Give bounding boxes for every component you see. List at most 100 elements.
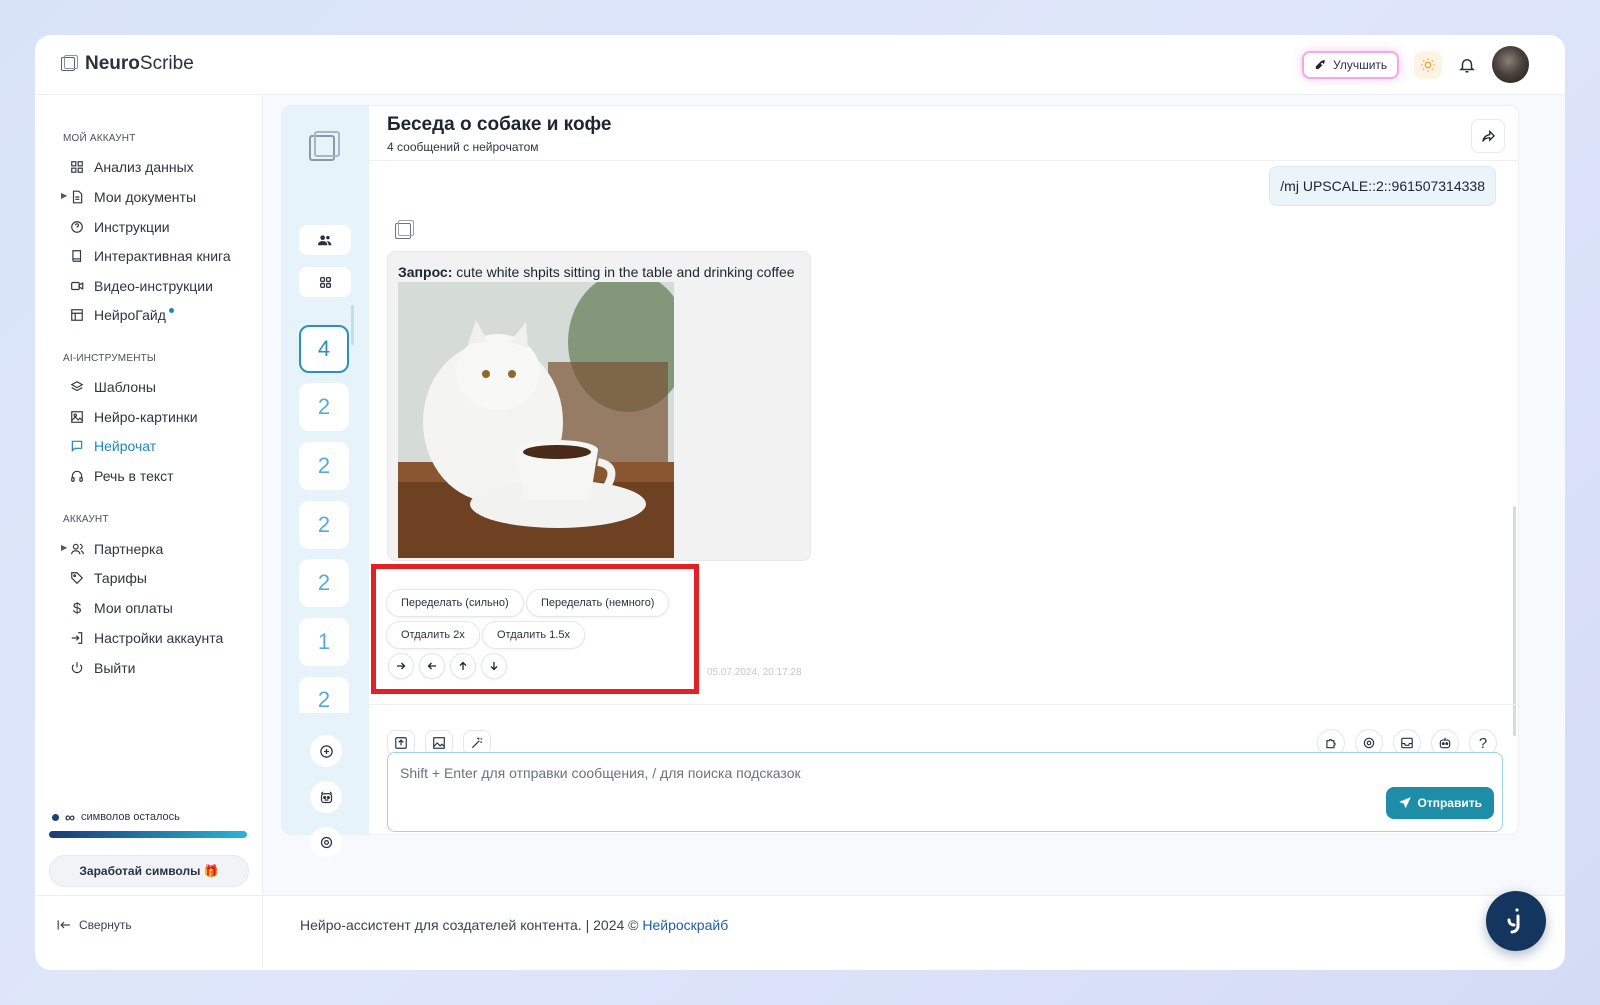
upload-icon [395, 737, 407, 749]
zoom-out-1-5x-button[interactable]: Отдалить 1.5x [482, 621, 585, 649]
table-icon [69, 307, 85, 323]
chat-icon [69, 438, 85, 454]
collapse-label: Свернуть [79, 918, 132, 932]
arrow-right-icon [397, 662, 406, 670]
theme-toggle-button[interactable] [1414, 51, 1442, 79]
vary-subtle-button[interactable]: Переделать (немного) [526, 589, 670, 617]
sidebar-item-partners[interactable]: Партнерка [69, 541, 163, 557]
settings-button[interactable] [310, 827, 342, 857]
thread-item[interactable]: 2 [299, 442, 349, 490]
chat-panel: Беседа о собаке и кофе 4 сообщений с ней… [369, 105, 1519, 835]
section-title-account: МОЙ АККАУНТ [63, 133, 136, 144]
thread-item[interactable]: 2 [299, 559, 349, 607]
chat-scrollbar[interactable] [1513, 506, 1516, 736]
login-icon [69, 630, 85, 646]
grid-icon [69, 159, 85, 175]
sidebar-item-instructions[interactable]: Инструкции [69, 219, 170, 235]
sidebar-item-data-analysis[interactable]: Анализ данных [69, 159, 194, 175]
message-composer: Отправить [387, 752, 1503, 832]
apps-button[interactable] [299, 267, 351, 297]
pan-right-button[interactable] [388, 653, 414, 679]
message-timestamp: 05.07.2024, 20:17:28 [707, 667, 802, 678]
vary-strong-button[interactable]: Переделать (сильно) [386, 589, 524, 617]
generated-image[interactable] [398, 282, 674, 558]
users-icon [69, 541, 85, 557]
prompt-text: cute white shpits sitting in the table a… [452, 264, 795, 280]
bot-face-icon [320, 791, 332, 803]
send-button[interactable]: Отправить [1385, 787, 1494, 819]
bot-button[interactable] [310, 781, 342, 813]
sidebar-item-templates[interactable]: Шаблоны [69, 379, 156, 395]
sidebar-item-speech-to-text[interactable]: Речь в текст [69, 468, 174, 484]
thread-item[interactable]: 1 [299, 618, 349, 666]
top-bar: NeuroScribe Улучшить [35, 35, 1565, 95]
arrow-down-icon [490, 662, 498, 671]
puzzle-icon [1326, 738, 1336, 749]
sidebar-item-tariffs[interactable]: Тарифы [69, 570, 147, 586]
sidebar-footer: Свернуть [35, 895, 263, 970]
sidebar-item-neuroguide[interactable]: НейроГайд [69, 307, 174, 323]
arrow-left-icon [427, 662, 436, 670]
document-icon [69, 189, 85, 205]
section-title-ai-tools: AI-ИНСТРУМЕНТЫ [63, 353, 156, 364]
bell-icon [1459, 59, 1475, 73]
thread-item[interactable]: 2 [299, 383, 349, 431]
tag-icon [69, 570, 85, 586]
message-input[interactable] [400, 763, 1300, 783]
sidebar-item-my-payments[interactable]: $ Мои оплаты [69, 600, 173, 617]
sidebar-item-neurochat[interactable]: Нейрочат [69, 438, 156, 454]
footer-link[interactable]: Нейроскрайб [642, 917, 728, 933]
help-circle-icon [69, 219, 85, 235]
pan-left-button[interactable] [419, 653, 445, 679]
collapse-sidebar-button[interactable]: Свернуть [57, 918, 132, 932]
avatar[interactable] [1492, 46, 1529, 83]
help-label: ? [1478, 734, 1488, 752]
share-button[interactable] [1471, 119, 1505, 153]
sidebar-item-interactive-book[interactable]: Интерактивная книга [69, 248, 231, 264]
sidebar-item-account-settings[interactable]: Настройки аккаунта [69, 630, 223, 646]
credits-indicator: ∞ символов осталось [52, 809, 180, 825]
expand-caret-icon[interactable]: ▶ [61, 543, 67, 552]
sidebar-item-label: Видео-инструкции [94, 278, 213, 294]
magic-wand-icon [471, 737, 483, 749]
video-icon [69, 278, 85, 294]
sidebar-item-label: Тарифы [94, 570, 147, 586]
sidebar-item-my-documents[interactable]: Мои документы [69, 189, 196, 205]
sidebar-item-label: Партнерка [94, 541, 164, 557]
sidebar-item-video-instructions[interactable]: Видео-инструкции [69, 278, 213, 294]
footer-text: Нейро-ассистент для создателей контента.… [300, 917, 729, 933]
thread-rail-scrollbar[interactable] [351, 305, 354, 345]
pan-down-button[interactable] [481, 653, 507, 679]
chat-logo-icon [309, 131, 341, 163]
sidebar-item-label: НейроГайд [94, 307, 166, 323]
expand-caret-icon[interactable]: ▶ [61, 191, 67, 200]
zoom-out-2x-button[interactable]: Отдалить 2x [386, 621, 480, 649]
infinity-icon: ∞ [65, 809, 75, 825]
earn-credits-button[interactable]: Заработай символы 🎁 [49, 855, 249, 887]
gear-icon [320, 836, 332, 848]
sidebar-item-label: Выйти [94, 660, 136, 676]
logo[interactable]: NeuroScribe [61, 53, 194, 75]
people-button[interactable] [299, 225, 351, 255]
sidebar-item-label: Речь в текст [94, 468, 174, 484]
sidebar-item-label: Мои оплаты [94, 600, 173, 616]
thread-item[interactable]: 2 [299, 501, 349, 549]
new-chat-button[interactable] [310, 735, 342, 767]
notifications-button[interactable] [1453, 51, 1481, 79]
pan-up-button[interactable] [450, 653, 476, 679]
arrow-up-icon [459, 661, 467, 670]
thread-rail: 4 2 2 2 2 1 2 [281, 105, 369, 857]
upgrade-button[interactable]: Улучшить [1302, 51, 1400, 79]
user-message: /mj UPSCALE::2::961507314338 [1269, 166, 1496, 206]
assistant-fab-button[interactable] [1486, 891, 1546, 951]
sidebar-item-neuro-images[interactable]: Нейро-картинки [69, 409, 198, 425]
bot-avatar-icon [395, 220, 415, 240]
composer-divider [369, 704, 1519, 705]
sidebar-item-logout[interactable]: Выйти [69, 660, 135, 676]
share-icon [1481, 129, 1495, 142]
chat-title: Беседа о собаке и кофе [387, 114, 612, 135]
people-icon [318, 235, 332, 246]
thread-item[interactable]: 4 [299, 325, 349, 373]
thread-item[interactable]: 2 [299, 677, 349, 713]
chat-header: Беседа о собаке и кофе 4 сообщений с ней… [369, 106, 1519, 161]
